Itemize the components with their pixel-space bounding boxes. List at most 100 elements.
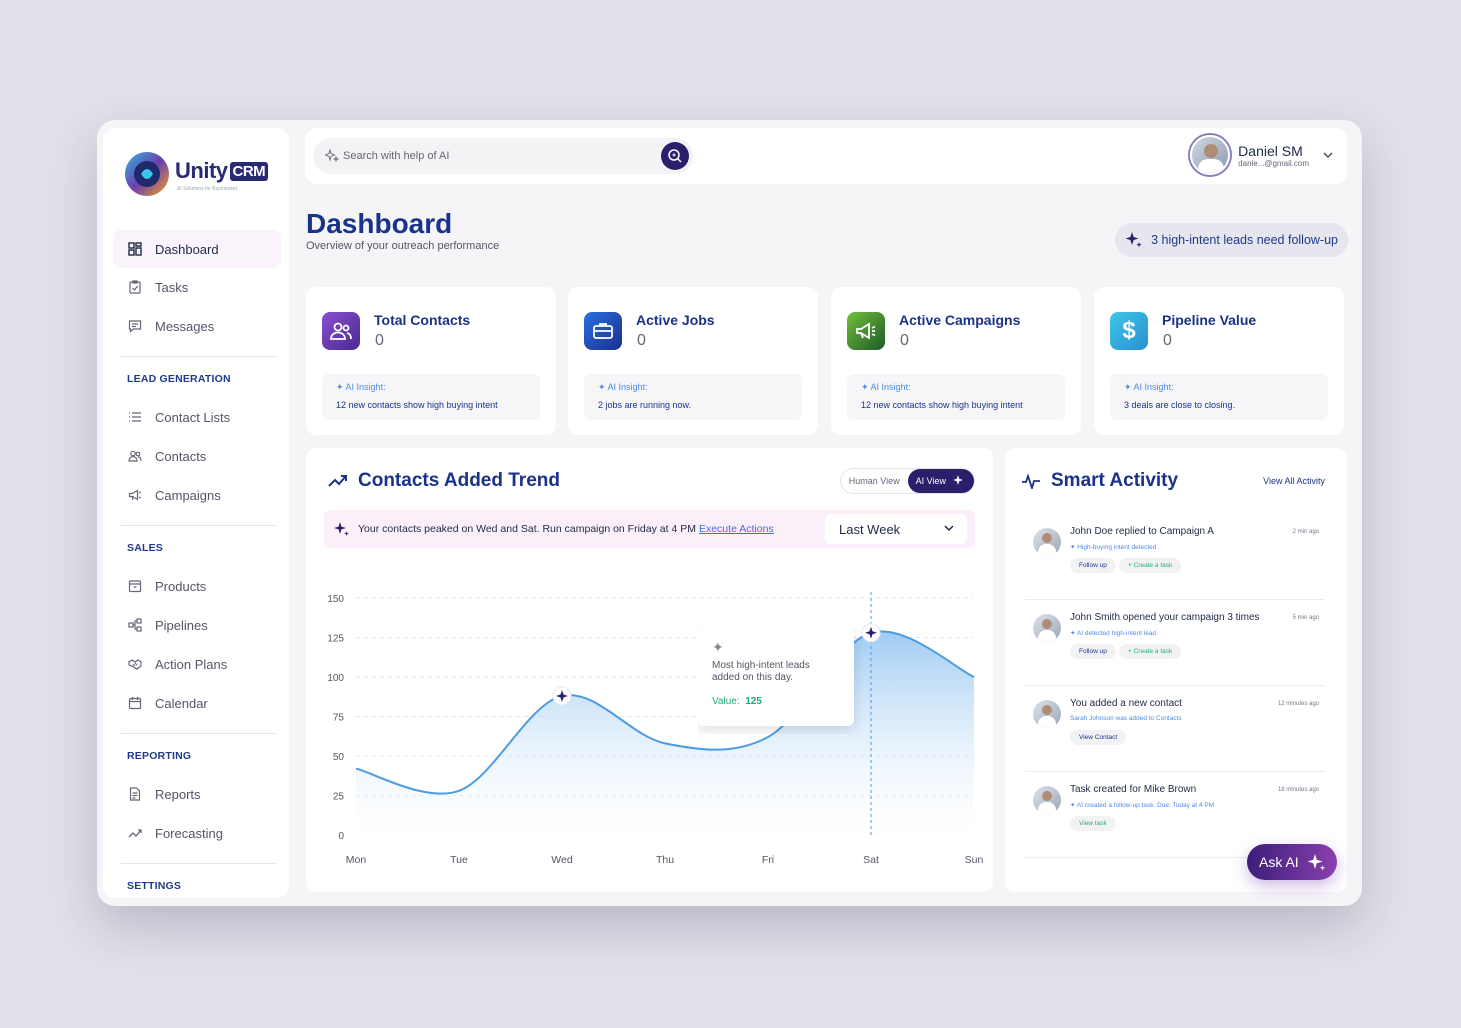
- view-toggle[interactable]: Human View AI View: [839, 468, 975, 494]
- briefcase-icon: [584, 312, 622, 350]
- sidebar-item-reports[interactable]: Reports: [113, 775, 281, 813]
- sidebar-item-contacts[interactable]: Contacts: [113, 437, 281, 475]
- insight-text: 2 jobs are running now.: [598, 400, 692, 410]
- ai-view-tab[interactable]: AI View: [907, 469, 974, 493]
- chevron-down-icon: [944, 525, 954, 532]
- sparkle-icon: [1125, 232, 1142, 248]
- sidebar-item-calendar[interactable]: Calendar: [113, 684, 281, 722]
- calendar-icon: [127, 695, 143, 711]
- activity-insight: AI created a follow-up task. Due: Today …: [1076, 802, 1215, 809]
- user-email: danie...@gmail.com: [1238, 158, 1309, 168]
- sidebar-item-pipelines[interactable]: Pipelines: [113, 606, 281, 644]
- stat-title: Pipeline Value: [1162, 312, 1257, 328]
- stat-card-active-campaigns[interactable]: Active Campaigns 0 ✦ AI Insight: 12 new …: [831, 287, 1081, 435]
- section-heading-sales: SALES: [127, 542, 164, 554]
- create-task-button[interactable]: + Create a task: [1119, 558, 1182, 573]
- follow-up-button[interactable]: Follow up: [1070, 558, 1116, 573]
- stat-value: 0: [637, 332, 646, 349]
- insight-label: AI Insight:: [870, 382, 911, 392]
- sidebar-item-tasks[interactable]: Tasks: [113, 268, 281, 306]
- chart-tooltip: ✦ Most high-intent leads added on this da…: [698, 628, 854, 726]
- smart-activity-panel: Smart Activity View All Activity John Do…: [1005, 448, 1347, 892]
- range-select[interactable]: Last Week: [825, 514, 967, 544]
- sidebar-item-campaigns[interactable]: Campaigns: [113, 476, 281, 514]
- user-menu[interactable]: Daniel SM danie...@gmail.com: [1190, 135, 1333, 175]
- avatar: [1190, 135, 1231, 175]
- follow-up-button[interactable]: Follow up: [1070, 644, 1116, 659]
- ask-ai-button[interactable]: Ask AI: [1247, 844, 1337, 880]
- activity-item: John Smith opened your campaign 3 times …: [1025, 600, 1325, 686]
- activity-text: You added a new contact: [1070, 698, 1182, 709]
- sidebar-item-label: Calendar: [155, 695, 208, 711]
- sidebar-item-messages[interactable]: Messages: [113, 307, 281, 345]
- insight-text: 12 new contacts show high buying intent: [336, 400, 498, 410]
- search-placeholder: Search with help of AI: [343, 150, 450, 162]
- stat-title: Total Contacts: [374, 312, 471, 328]
- activity-text: John Smith opened your campaign 3 times: [1070, 612, 1260, 623]
- view-task-button[interactable]: View task: [1070, 816, 1116, 831]
- sidebar-item-label: Tasks: [155, 279, 189, 295]
- stat-card-total-contacts[interactable]: Total Contacts 0 ✦ AI Insight: 12 new co…: [306, 287, 556, 435]
- stat-card-active-jobs[interactable]: Active Jobs 0 ✦ AI Insight: 2 jobs are r…: [568, 287, 818, 435]
- tooltip-text: Most high-intent leads added on this day…: [712, 660, 810, 683]
- app-window: Unity CRM AI Solutions for Businesses Das…: [97, 120, 1362, 906]
- sidebar-item-dashboard[interactable]: Dashboard: [113, 230, 281, 268]
- sidebar-item-label: Contact Lists: [155, 409, 231, 425]
- search-input[interactable]: Search with help of AI: [313, 138, 693, 174]
- sidebar-item-label: Products: [155, 578, 207, 594]
- stat-title: Active Jobs: [636, 312, 715, 328]
- ai-search-button[interactable]: [661, 142, 689, 170]
- contacts-trend-panel: Contacts Added Trend Human View AI View …: [306, 448, 993, 892]
- x-tick-label: Mon: [346, 854, 367, 866]
- avatar: [1033, 786, 1061, 814]
- range-select-value: Last Week: [839, 521, 901, 537]
- ai-recommendation-banner: Your contacts peaked on Wed and Sat. Run…: [324, 510, 975, 548]
- sparkle-icon: ✦: [861, 382, 871, 392]
- activity-text: Task created for Mike Brown: [1070, 784, 1197, 795]
- section-heading-settings: SETTINGS: [127, 880, 182, 892]
- list-icon: [127, 409, 143, 425]
- sidebar-item-label: Pipelines: [155, 617, 208, 633]
- insight-text: 12 new contacts show high buying intent: [861, 400, 1023, 410]
- logo[interactable]: Unity CRM AI Solutions for Businesses: [123, 150, 273, 200]
- activity-insight: Sarah Johnson was added to Contacts: [1070, 715, 1182, 722]
- human-view-tab[interactable]: Human View: [841, 476, 908, 486]
- sidebar-item-contact-lists[interactable]: Contact Lists: [113, 398, 281, 436]
- page-title: Dashboard: [306, 208, 453, 239]
- tooltip-label: Value:: [712, 696, 740, 707]
- view-contact-button[interactable]: View Contact: [1070, 730, 1127, 745]
- stat-card-pipeline-value[interactable]: $ Pipeline Value 0 ✦ AI Insight: 3 deals…: [1094, 287, 1344, 435]
- sparkle-icon: [334, 522, 349, 536]
- view-all-activity-link[interactable]: View All Activity: [1263, 476, 1325, 486]
- sidebar-item-products[interactable]: Products: [113, 567, 281, 605]
- activity-time: 12 minutes ago: [1277, 701, 1319, 707]
- insight-label: AI Insight:: [607, 382, 648, 392]
- chevron-down-icon[interactable]: [1323, 150, 1333, 160]
- ai-insight: ✦ AI Insight: 12 new contacts show high …: [847, 374, 1065, 420]
- activity-title: Smart Activity: [1051, 470, 1179, 491]
- sidebar-item-label: Dashboard: [155, 241, 219, 257]
- panel-title: Smart Activity: [1021, 470, 1178, 492]
- top-bar: Search with help of AI Daniel SM danie..…: [305, 128, 1347, 184]
- avatar: [1033, 614, 1061, 642]
- sidebar-item-forecasting[interactable]: Forecasting: [113, 814, 281, 852]
- y-tick-label: 75: [333, 713, 345, 724]
- sidebar-item-action-plans[interactable]: Action Plans: [113, 645, 281, 683]
- logo-wordmark: Unity CRM: [175, 158, 269, 184]
- y-tick-label: 50: [333, 752, 345, 763]
- activity-time: 5 min ago: [1292, 615, 1319, 621]
- chat-icon: [127, 318, 143, 334]
- users-icon: [322, 312, 360, 350]
- activity-insight: AI detected high-intent lead: [1076, 630, 1157, 637]
- handshake-icon: [127, 656, 143, 672]
- execute-actions-link[interactable]: Execute Actions: [699, 523, 774, 535]
- sparkle-icon: ✦: [598, 382, 608, 392]
- insight-label: AI Insight:: [345, 382, 386, 392]
- create-task-button[interactable]: + Create a task: [1119, 644, 1182, 659]
- trend-chart: 0 25 50 75 100 125 150 Mon Tue Wed Thu Fri Sat Sun ✦ Mo…: [327, 592, 983, 866]
- ai-search-icon: [668, 149, 682, 163]
- activity-item: You added a new contact 12 minutes ago S…: [1025, 686, 1325, 772]
- high-intent-alert[interactable]: 3 high-intent leads need follow-up: [1115, 223, 1348, 257]
- banner-text: Your contacts peaked on Wed and Sat. Run…: [358, 523, 696, 535]
- activity-item: John Doe replied to Campaign A 2 min ago…: [1025, 514, 1325, 600]
